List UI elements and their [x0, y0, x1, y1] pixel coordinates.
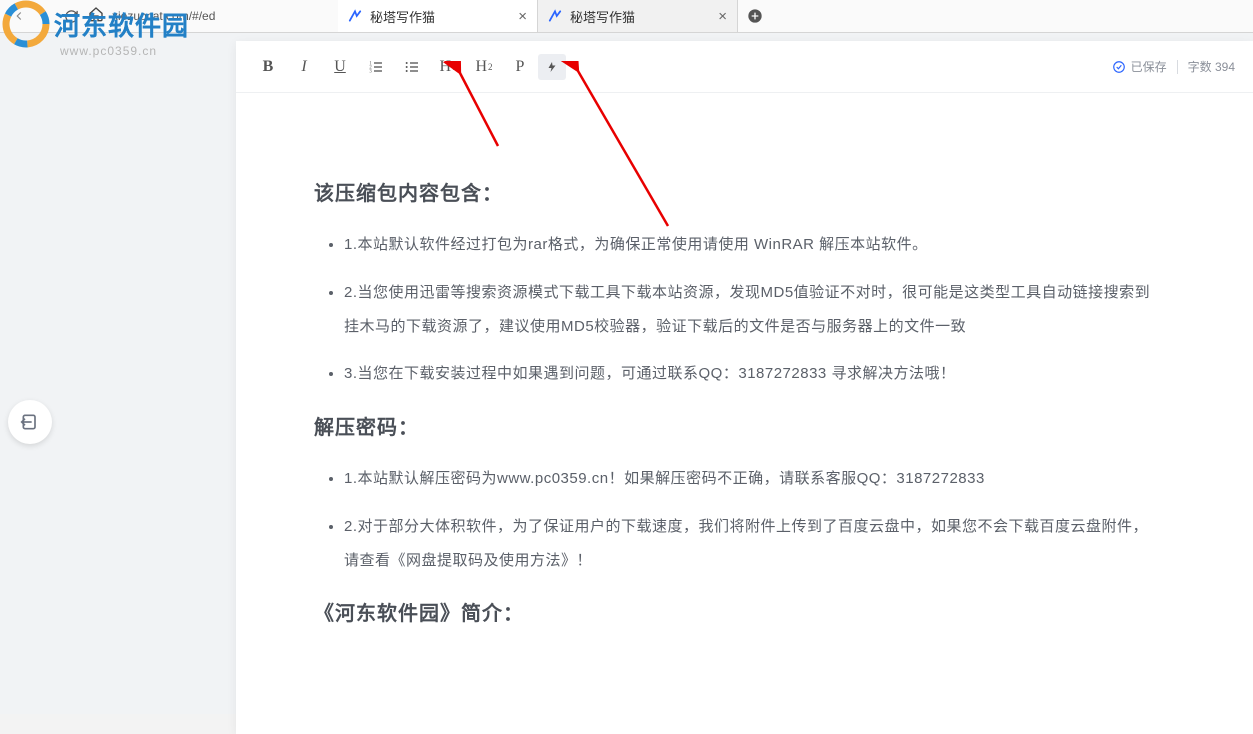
- new-tab-button[interactable]: [738, 0, 772, 32]
- check-circle-icon: [1112, 60, 1126, 74]
- favicon-icon: [348, 9, 362, 23]
- contents-list: 1.本站默认软件经过打包为rar格式，为确保正常使用请使用 WinRAR 解压本…: [314, 228, 1153, 391]
- list-item: 1.本站默认软件经过打包为rar格式，为确保正常使用请使用 WinRAR 解压本…: [344, 228, 1153, 262]
- ai-lightning-button[interactable]: [538, 54, 566, 80]
- heading-contents: 该压缩包内容包含：: [314, 177, 1153, 206]
- unordered-list-button[interactable]: [394, 49, 430, 85]
- left-gutter: [0, 33, 60, 714]
- heading-intro: 《河东软件园》简介：: [314, 597, 1153, 626]
- bold-button[interactable]: B: [250, 49, 286, 85]
- list-item: 2.当您使用迅雷等搜索资源模式下载工具下载本站资源，发现MD5值验证不对时，很可…: [344, 276, 1153, 344]
- heading1-button[interactable]: H1: [430, 49, 466, 85]
- editor-workspace: B I U 1 2 3 H1 H2: [0, 33, 1253, 714]
- nav-forward-icon[interactable]: [36, 7, 54, 25]
- browser-tab[interactable]: 秘塔写作猫 ×: [538, 0, 738, 32]
- heading2-button[interactable]: H2: [466, 49, 502, 85]
- favicon-icon: [548, 9, 562, 23]
- tab-strip: 秘塔写作猫 × 秘塔写作猫 ×: [338, 0, 772, 32]
- document-panel: B I U 1 2 3 H1 H2: [236, 41, 1253, 734]
- password-list: 1.本站默认解压密码为www.pc0359.cn！如果解压密码不正确，请联系客服…: [314, 462, 1153, 577]
- status-bar: 已保存 字数 394: [1112, 41, 1235, 92]
- close-icon[interactable]: ×: [518, 8, 527, 25]
- close-icon[interactable]: ×: [718, 8, 727, 25]
- document-body[interactable]: 该压缩包内容包含： 1.本站默认软件经过打包为rar格式，为确保正常使用请使用 …: [236, 93, 1253, 688]
- editor-toolbar: B I U 1 2 3 H1 H2: [236, 41, 1253, 93]
- paragraph-button[interactable]: P: [502, 49, 538, 85]
- exit-button[interactable]: [8, 400, 52, 444]
- tab-title: 秘塔写作猫: [570, 7, 710, 26]
- list-item: 1.本站默认解压密码为www.pc0359.cn！如果解压密码不正确，请联系客服…: [344, 462, 1153, 496]
- list-item: 2.对于部分大体积软件，为了保证用户的下载速度，我们将附件上传到了百度云盘中，如…: [344, 510, 1153, 578]
- svg-text:3: 3: [369, 69, 372, 74]
- refresh-icon[interactable]: [62, 7, 80, 25]
- url-input[interactable]: [112, 9, 277, 23]
- italic-button[interactable]: I: [286, 49, 322, 85]
- divider: [1177, 60, 1178, 74]
- underline-button[interactable]: U: [322, 49, 358, 85]
- list-item: 3.当您在下载安装过程中如果遇到问题，可通过联系QQ：3187272833 寻求…: [344, 357, 1153, 391]
- ordered-list-button[interactable]: 1 2 3: [358, 49, 394, 85]
- saved-label: 已保存: [1131, 58, 1167, 75]
- tab-title: 秘塔写作猫: [370, 7, 510, 26]
- browser-tab[interactable]: 秘塔写作猫 ×: [338, 0, 538, 32]
- nav-back-icon[interactable]: [10, 7, 28, 25]
- saved-indicator: 已保存: [1112, 58, 1167, 75]
- wordcount-label: 字数 394: [1188, 58, 1235, 75]
- browser-controls: [0, 0, 338, 32]
- browser-chrome: 秘塔写作猫 × 秘塔写作猫 ×: [0, 0, 1253, 33]
- home-icon[interactable]: [88, 6, 104, 27]
- heading-password: 解压密码：: [314, 411, 1153, 440]
